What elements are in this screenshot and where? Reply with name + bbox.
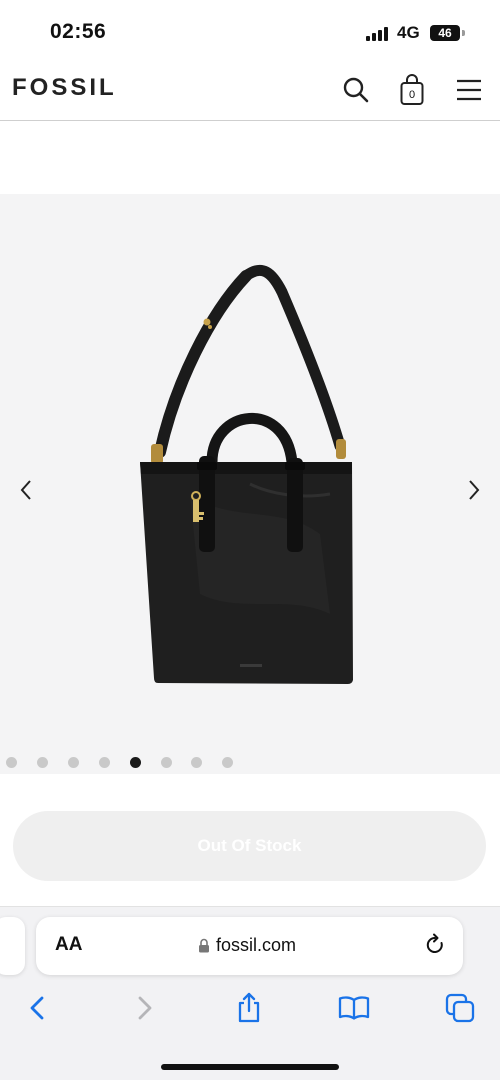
carousel-dot[interactable] [191,757,202,768]
url-text: fossil.com [216,935,297,955]
back-icon[interactable] [20,991,54,1025]
cart-count: 0 [408,89,416,101]
address-bar[interactable]: AA fossil.com [36,917,463,975]
carousel-dot-active[interactable] [130,757,141,768]
url-display[interactable]: fossil.com [198,935,296,956]
status-bar: 02:56 4G 46 [0,0,500,62]
network-type: 4G [397,23,420,42]
text-size-label: AA [55,934,83,955]
carousel-dot[interactable] [37,757,48,768]
text-size-button[interactable]: AA [55,934,82,956]
out-of-stock-button[interactable]: Out Of Stock [13,811,486,881]
share-icon[interactable] [232,991,266,1025]
hamburger-menu-icon[interactable] [451,72,487,108]
black-leather-tote-bag-image [140,265,353,684]
status-time: 02:56 [50,20,107,43]
home-indicator [161,1064,339,1070]
battery-tip [462,30,465,36]
bookmarks-icon[interactable] [337,991,371,1025]
carousel-dot[interactable] [222,757,233,768]
chevron-right-icon[interactable] [464,478,484,502]
product-image-gallery[interactable] [0,194,500,774]
tabs-icon[interactable] [443,991,477,1025]
carousel-dot[interactable] [161,757,172,768]
forward-icon[interactable] [128,991,162,1025]
battery-icon: 46 [430,25,460,41]
chevron-left-icon[interactable] [16,478,36,502]
shopping-bag-icon[interactable]: 0 [394,72,430,108]
fossil-logo[interactable]: FOSSIL [12,74,117,102]
search-icon[interactable] [338,72,374,108]
carousel-dot[interactable] [68,757,79,768]
carousel-dot[interactable] [6,757,17,768]
reload-icon[interactable] [423,933,447,957]
site-header: FOSSIL 0 [0,62,500,121]
cellular-signal-icon [366,27,390,41]
carousel-dot[interactable] [99,757,110,768]
previous-tab-edge[interactable] [0,917,25,975]
browser-toolbar: AA fossil.com [0,906,500,1080]
lock-icon [199,938,209,953]
